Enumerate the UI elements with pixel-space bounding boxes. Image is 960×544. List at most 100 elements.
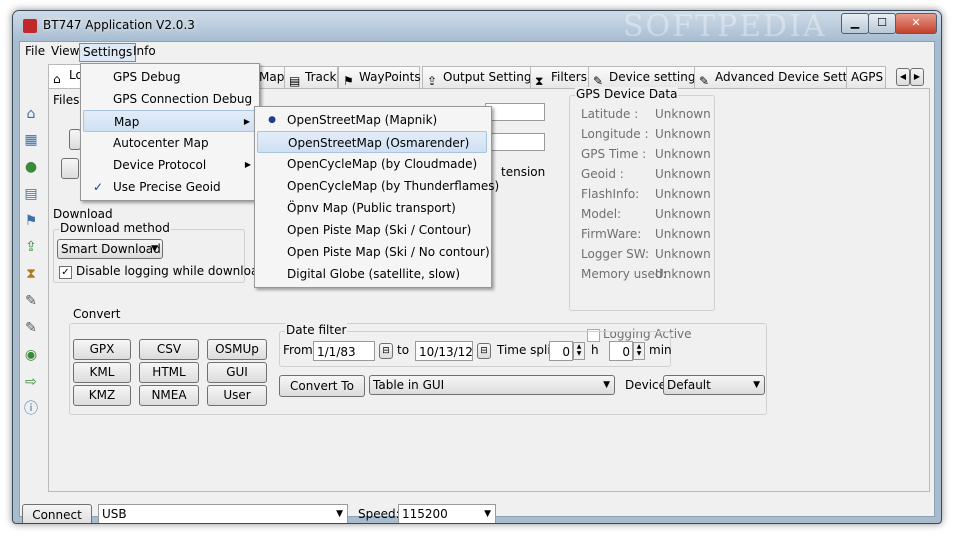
- convert-to-button[interactable]: Convert To: [279, 375, 365, 397]
- hourglass-icon: ⧗: [535, 74, 544, 88]
- convert-gui-button[interactable]: GUI: [207, 362, 267, 383]
- settings-menu: GPS Debug GPS Connection Debug Map ▶ Autocen…: [80, 63, 260, 201]
- gps-row-value: Unknown: [655, 187, 711, 201]
- map-provider-item[interactable]: OpenCycleMap (by Cloudmade): [257, 153, 487, 175]
- download-method-select[interactable]: Smart Download ▼: [57, 239, 163, 259]
- convert-user-button[interactable]: User: [207, 385, 267, 406]
- map-provider-label: Open Piste Map (Ski / Contour): [287, 223, 472, 237]
- close-button[interactable]: ✕: [895, 13, 937, 34]
- satellite-icon[interactable]: ◉: [23, 347, 39, 363]
- output-format-select[interactable]: Table in GUI ▼: [369, 375, 615, 395]
- tab-output-settings[interactable]: ⇪ Output Settings: [422, 66, 538, 88]
- export-icon[interactable]: ⇪: [23, 239, 39, 255]
- speed-label: Speed:: [358, 507, 400, 521]
- map-provider-label: Digital Globe (satellite, slow): [287, 267, 461, 281]
- map-provider-label: Öpnv Map (Public transport): [287, 201, 456, 215]
- menu-info[interactable]: Info: [130, 43, 159, 60]
- tools-icon[interactable]: ✎: [23, 320, 39, 336]
- partial-field-1[interactable]: [485, 103, 545, 121]
- wrench-icon: ✎: [593, 74, 604, 88]
- to-date-input[interactable]: 10/13/12: [415, 341, 473, 361]
- map-provider-item[interactable]: Open Piste Map (Ski / No contour): [257, 241, 490, 263]
- map-icon[interactable]: ▦: [23, 132, 39, 148]
- checkmark-icon: ✓: [92, 180, 104, 194]
- to-label: to: [397, 343, 410, 357]
- settings-menu-item[interactable]: GPS Debug: [83, 66, 255, 88]
- to-date-picker-button[interactable]: ⊟: [477, 343, 491, 359]
- tab-device-settings[interactable]: ✎ Device settings: [588, 66, 704, 88]
- tab-track[interactable]: ▤ Track: [284, 66, 338, 88]
- disable-logging-checkbox[interactable]: ✓: [59, 266, 72, 279]
- watermark: SOFTPEDIA: [623, 10, 827, 44]
- port-select[interactable]: USB ▼: [98, 504, 348, 523]
- map-provider-label: OpenCycleMap (by Cloudmade): [287, 157, 478, 171]
- time-split-minutes-input[interactable]: 0: [609, 341, 633, 361]
- wrench-icon[interactable]: ✎: [23, 293, 39, 309]
- settings-menu-item[interactable]: GPS Connection Debug: [83, 88, 255, 110]
- from-date-picker-button[interactable]: ⊟: [379, 343, 393, 359]
- settings-menu-item-label: Autocenter Map: [113, 136, 209, 150]
- download-group-label: Download: [53, 207, 113, 221]
- map-provider-item[interactable]: OpenStreetMap (Osmarender): [257, 131, 487, 153]
- map-provider-item[interactable]: Open Piste Map (Ski / Contour): [257, 219, 487, 241]
- minimize-button[interactable]: ▁: [841, 13, 869, 34]
- tab-advanced-device-settings[interactable]: ✎ Advanced Device Settings: [694, 66, 872, 88]
- gps-row-label: FirmWare:: [581, 227, 642, 241]
- map-provider-item[interactable]: Öpnv Map (Public transport): [257, 197, 487, 219]
- gps-row-value: Unknown: [655, 227, 711, 241]
- tab-filters[interactable]: ⧗ Filters: [530, 66, 590, 88]
- hours-spinner[interactable]: ▲ ▼: [573, 342, 585, 360]
- partial-field-2[interactable]: [485, 133, 545, 151]
- track-icon[interactable]: ▤: [23, 186, 39, 202]
- tab-scroll-right[interactable]: ▶: [910, 68, 924, 86]
- home-icon[interactable]: ⌂: [23, 106, 39, 122]
- map-provider-label: OpenCycleMap (by Thunderflames): [287, 179, 500, 193]
- menu-file[interactable]: File: [22, 43, 48, 60]
- tab-agps[interactable]: AGPS: [846, 66, 886, 88]
- speed-select[interactable]: 115200 ▼: [398, 504, 496, 523]
- minutes-spinner[interactable]: ▲ ▼: [633, 342, 645, 360]
- title-bar[interactable]: BT747 Application V2.0.3 SOFTPEDIA ▁ ☐ ✕: [13, 10, 941, 44]
- convert-gpx-button[interactable]: GPX: [73, 339, 131, 360]
- map-provider-item[interactable]: OpenCycleMap (by Thunderflames): [257, 175, 499, 197]
- settings-menu-item-label: GPS Debug: [113, 70, 181, 84]
- from-date-input[interactable]: 1/1/83: [313, 341, 375, 361]
- gps-row-value: Unknown: [655, 267, 711, 281]
- maximize-button[interactable]: ☐: [868, 13, 896, 34]
- convert-kmz-button[interactable]: KMZ: [73, 385, 131, 406]
- device-select[interactable]: Default ▼: [663, 375, 765, 395]
- flag-icon[interactable]: ⚑: [23, 213, 39, 229]
- gps-row-label: Longitude :: [581, 127, 649, 141]
- convert-csv-button[interactable]: CSV: [139, 339, 199, 360]
- tab-waypoints[interactable]: ⚑ WayPoints: [338, 66, 421, 88]
- partial-button-2[interactable]: [61, 158, 79, 179]
- convert-html-button[interactable]: HTML: [139, 362, 199, 383]
- menu-settings[interactable]: Settings: [79, 43, 137, 62]
- tab-scroll-left[interactable]: ◀: [896, 68, 910, 86]
- info-icon[interactable]: ⓘ: [23, 401, 39, 417]
- settings-menu-item[interactable]: Use Precise Geoid ✓: [83, 176, 255, 198]
- gps-row-value: Unknown: [655, 127, 711, 141]
- gps-row-value: Unknown: [655, 147, 711, 161]
- settings-menu-item[interactable]: Autocenter Map: [83, 132, 255, 154]
- import-icon[interactable]: ⇨: [23, 374, 39, 390]
- gps-row-label: Logger SW:: [581, 247, 650, 261]
- gps-row-label: GPS Time :: [581, 147, 647, 161]
- chevron-down-icon: ▼: [484, 509, 491, 519]
- time-split-hours-input[interactable]: 0: [549, 341, 573, 361]
- convert-osmup-button[interactable]: OSMUp: [207, 339, 267, 360]
- radio-selected-icon: ●: [268, 115, 276, 125]
- hourglass-icon[interactable]: ⧗: [23, 266, 39, 282]
- partial-label: tension: [501, 165, 546, 179]
- convert-nmea-button[interactable]: NMEA: [139, 385, 199, 406]
- device-label: Device: [625, 378, 667, 392]
- menu-view[interactable]: View: [48, 43, 82, 60]
- map-provider-item[interactable]: Digital Globe (satellite, slow): [257, 263, 487, 285]
- settings-menu-item[interactable]: Device Protocol ▶: [83, 154, 255, 176]
- map-provider-item[interactable]: OpenStreetMap (Mapnik) ●: [257, 109, 487, 131]
- convert-kml-button[interactable]: KML: [73, 362, 131, 383]
- settings-menu-item[interactable]: Map ▶: [83, 110, 255, 132]
- connect-button[interactable]: Connect: [22, 504, 92, 523]
- globe-icon[interactable]: ●: [23, 159, 39, 175]
- menu-bar: File View Settings Info: [20, 42, 934, 62]
